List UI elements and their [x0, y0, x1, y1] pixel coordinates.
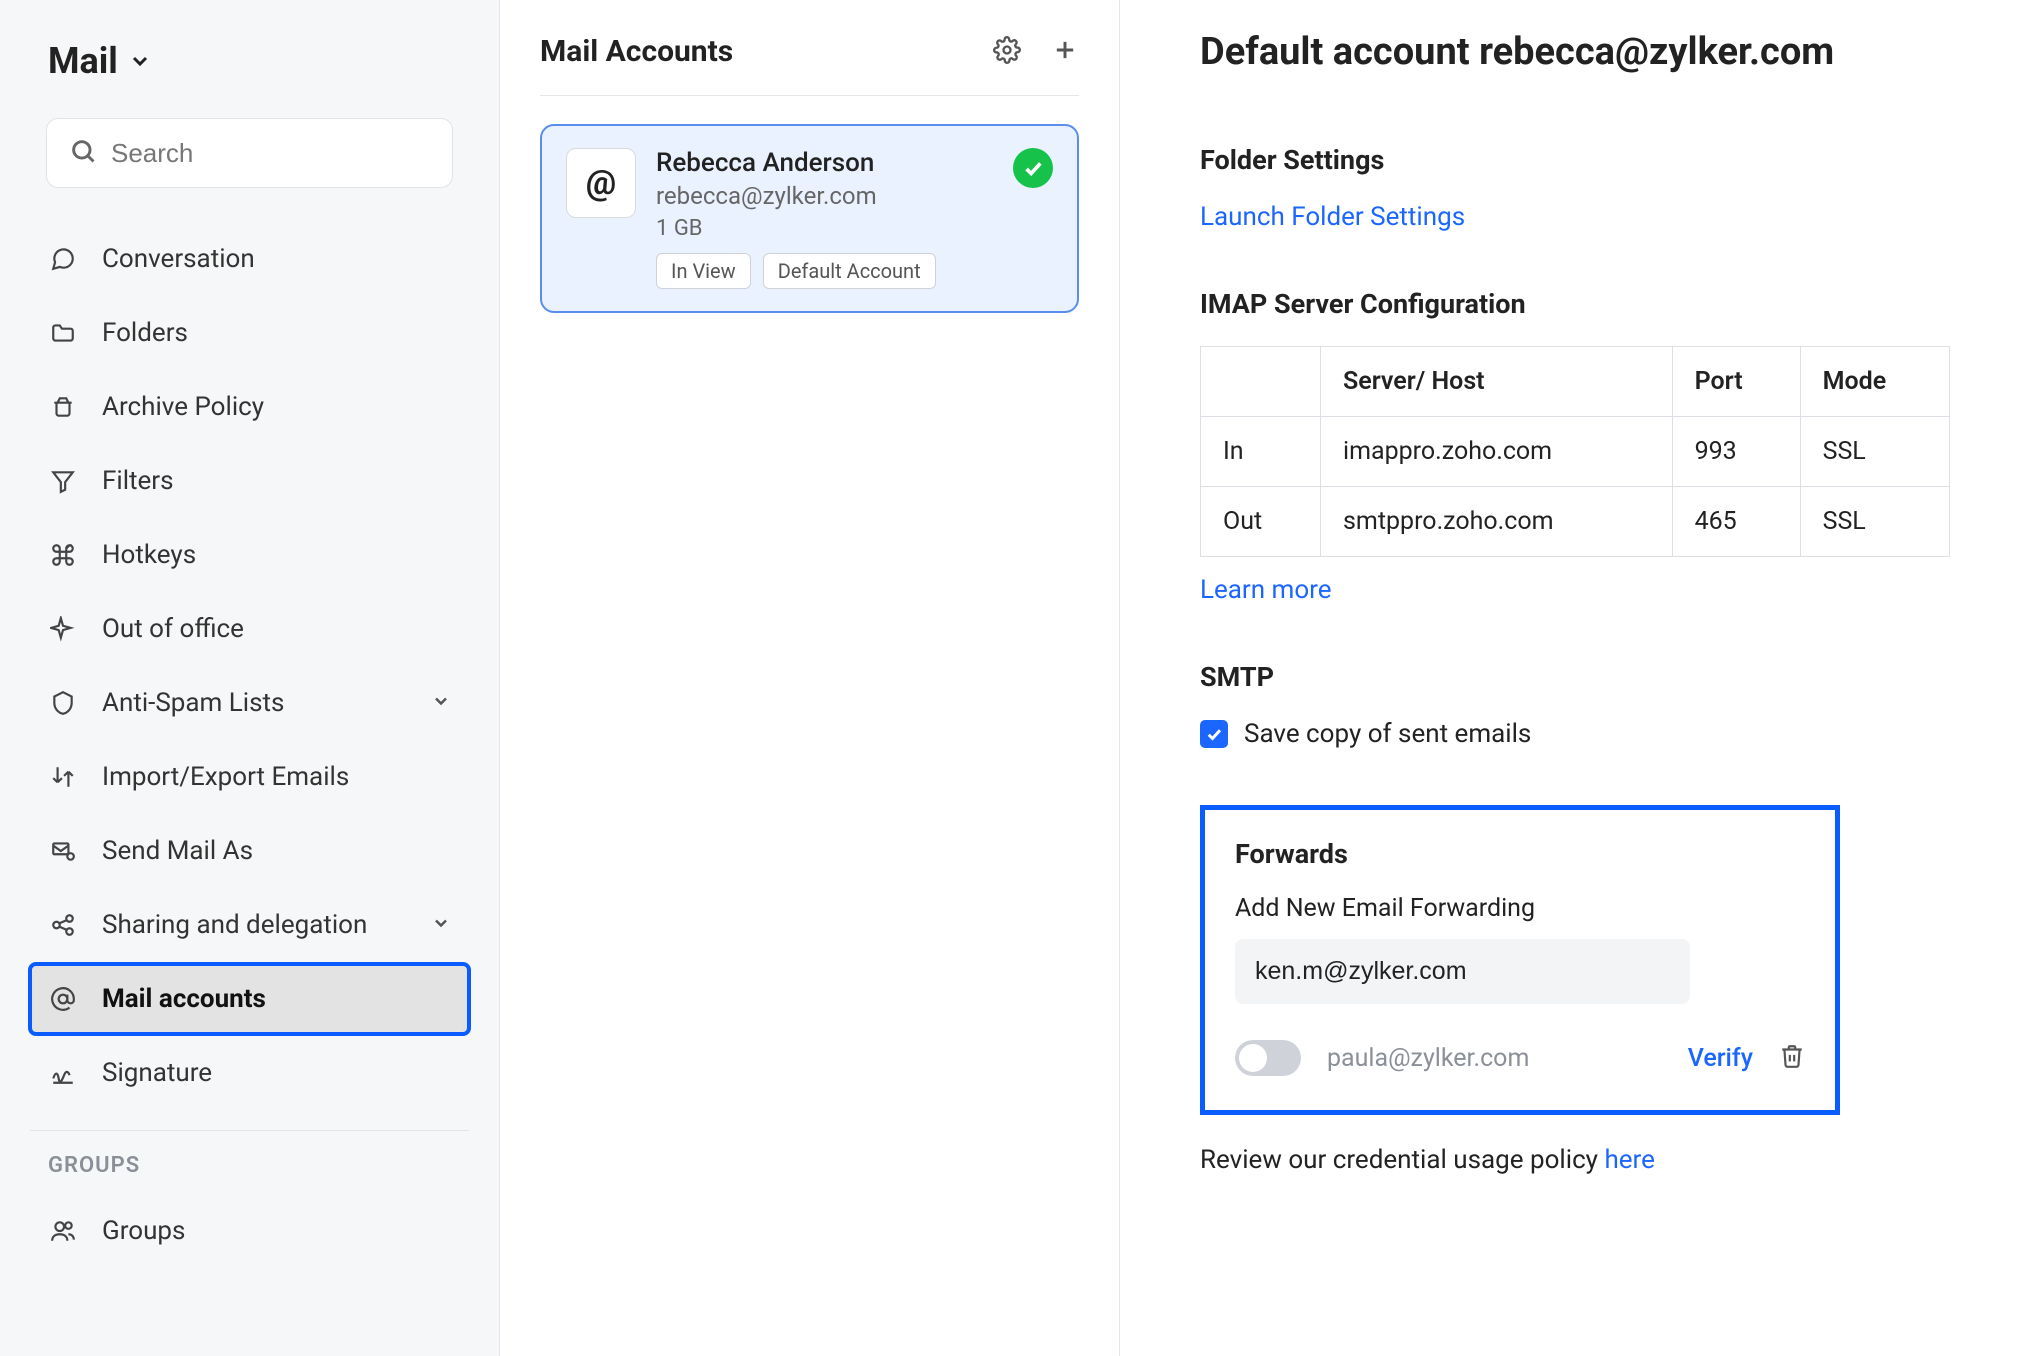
account-email: rebecca@zylker.com: [656, 182, 993, 210]
th-port: Port: [1672, 347, 1800, 417]
sidebar-item-label: Out of office: [102, 614, 244, 644]
sidebar-item-label: Groups: [102, 1216, 185, 1246]
search-input[interactable]: [111, 138, 430, 169]
sidebar-item-signature[interactable]: Signature: [30, 1038, 469, 1108]
cell-dir: In: [1201, 417, 1321, 487]
sidebar-item-label: Archive Policy: [102, 392, 264, 422]
search-icon: [69, 137, 97, 169]
sidebar: Mail Conversation Folders Archive Policy…: [0, 0, 500, 1356]
check-icon: [1013, 148, 1053, 188]
th-server: Server/ Host: [1321, 347, 1673, 417]
sidebar-item-label: Folders: [102, 318, 188, 348]
learn-more-link[interactable]: Learn more: [1200, 575, 1332, 605]
cell-host: imappro.zoho.com: [1321, 417, 1673, 487]
cell-dir: Out: [1201, 487, 1321, 557]
sidebar-item-label: Hotkeys: [102, 540, 196, 570]
new-forward-input[interactable]: [1235, 939, 1690, 1004]
save-copy-label: Save copy of sent emails: [1244, 719, 1531, 749]
account-avatar: @: [566, 148, 636, 218]
sidebar-item-label: Signature: [102, 1058, 212, 1088]
cell-mode: SSL: [1800, 487, 1949, 557]
imap-table: Server/ Host Port Mode In imappro.zoho.c…: [1200, 346, 1950, 557]
sidebar-item-groups[interactable]: Groups: [30, 1196, 469, 1266]
cell-port: 465: [1672, 487, 1800, 557]
policy-line: Review our credential usage policy here: [1200, 1145, 1956, 1175]
sidebar-item-label: Send Mail As: [102, 836, 253, 866]
smtp-heading: SMTP: [1200, 661, 1956, 693]
sidebar-item-import-export[interactable]: Import/Export Emails: [30, 742, 469, 812]
sidebar-item-anti-spam[interactable]: Anti-Spam Lists: [30, 668, 469, 738]
sidebar-item-send-mail-as[interactable]: Send Mail As: [30, 816, 469, 886]
share-icon: [48, 912, 78, 938]
forwards-section: Forwards Add New Email Forwarding paula@…: [1200, 805, 1840, 1115]
save-copy-checkbox[interactable]: [1200, 720, 1228, 748]
settings-button[interactable]: [993, 36, 1021, 68]
plane-icon: [48, 616, 78, 642]
folder-settings-heading: Folder Settings: [1200, 144, 1956, 176]
folder-icon: [48, 320, 78, 346]
groups-section-label: GROUPS: [30, 1153, 469, 1196]
sidebar-item-label: Conversation: [102, 244, 255, 274]
chat-icon: [48, 246, 78, 272]
delete-forward-button[interactable]: [1779, 1043, 1805, 1073]
account-size: 1 GB: [656, 216, 993, 241]
shield-icon: [48, 690, 78, 716]
table-row: Out smtppro.zoho.com 465 SSL: [1201, 487, 1950, 557]
verify-button[interactable]: Verify: [1688, 1044, 1753, 1073]
detail-panel: Default account rebecca@zylker.com Folde…: [1120, 0, 2036, 1356]
accounts-column: Mail Accounts @ Rebecca Anderson rebecca…: [500, 0, 1120, 1356]
cell-host: smtppro.zoho.com: [1321, 487, 1673, 557]
cell-port: 993: [1672, 417, 1800, 487]
accounts-header: Mail Accounts: [540, 34, 1079, 96]
badge-in-view: In View: [656, 253, 751, 289]
cell-mode: SSL: [1800, 417, 1949, 487]
detail-title: Default account rebecca@zylker.com: [1200, 30, 1956, 74]
sidebar-item-out-of-office[interactable]: Out of office: [30, 594, 469, 664]
badge-default-account: Default Account: [763, 253, 936, 289]
forward-toggle[interactable]: [1235, 1040, 1301, 1076]
archive-icon: [48, 394, 78, 420]
th-blank: [1201, 347, 1321, 417]
at-icon: [48, 986, 78, 1012]
policy-text: Review our credential usage policy: [1200, 1145, 1604, 1175]
policy-link[interactable]: here: [1604, 1145, 1654, 1175]
divider: [30, 1130, 469, 1131]
send-as-icon: [48, 838, 78, 864]
sidebar-item-hotkeys[interactable]: Hotkeys: [30, 520, 469, 590]
users-icon: [48, 1218, 78, 1244]
forwards-heading: Forwards: [1235, 838, 1805, 870]
signature-icon: [48, 1060, 78, 1086]
pending-forward-email: paula@zylker.com: [1327, 1044, 1662, 1073]
sidebar-item-label: Mail accounts: [102, 984, 266, 1014]
filter-icon: [48, 468, 78, 494]
sidebar-title-dropdown[interactable]: Mail: [48, 40, 469, 82]
command-icon: [48, 542, 78, 568]
sidebar-title: Mail: [48, 40, 118, 82]
add-forwarding-label: Add New Email Forwarding: [1235, 894, 1805, 923]
sidebar-item-label: Import/Export Emails: [102, 762, 349, 792]
sidebar-item-conversation[interactable]: Conversation: [30, 224, 469, 294]
accounts-title: Mail Accounts: [540, 34, 733, 69]
launch-folder-settings-link[interactable]: Launch Folder Settings: [1200, 202, 1465, 232]
imap-heading: IMAP Server Configuration: [1200, 288, 1956, 320]
sidebar-item-archive-policy[interactable]: Archive Policy: [30, 372, 469, 442]
chevron-down-icon: [128, 40, 152, 82]
chevron-down-icon: [431, 688, 451, 718]
sidebar-item-filters[interactable]: Filters: [30, 446, 469, 516]
sidebar-item-sharing[interactable]: Sharing and delegation: [30, 890, 469, 960]
sidebar-item-folders[interactable]: Folders: [30, 298, 469, 368]
account-card[interactable]: @ Rebecca Anderson rebecca@zylker.com 1 …: [540, 124, 1079, 313]
chevron-down-icon: [431, 910, 451, 940]
sidebar-nav: Conversation Folders Archive Policy Filt…: [30, 224, 469, 1112]
search-box[interactable]: [46, 118, 453, 188]
table-row: In imappro.zoho.com 993 SSL: [1201, 417, 1950, 487]
sidebar-item-label: Sharing and delegation: [102, 910, 367, 940]
sidebar-item-label: Filters: [102, 466, 174, 496]
swap-icon: [48, 764, 78, 790]
add-account-button[interactable]: [1051, 36, 1079, 68]
sidebar-item-label: Anti-Spam Lists: [102, 688, 284, 718]
account-name: Rebecca Anderson: [656, 148, 993, 178]
th-mode: Mode: [1800, 347, 1949, 417]
sidebar-item-mail-accounts[interactable]: Mail accounts: [30, 964, 469, 1034]
